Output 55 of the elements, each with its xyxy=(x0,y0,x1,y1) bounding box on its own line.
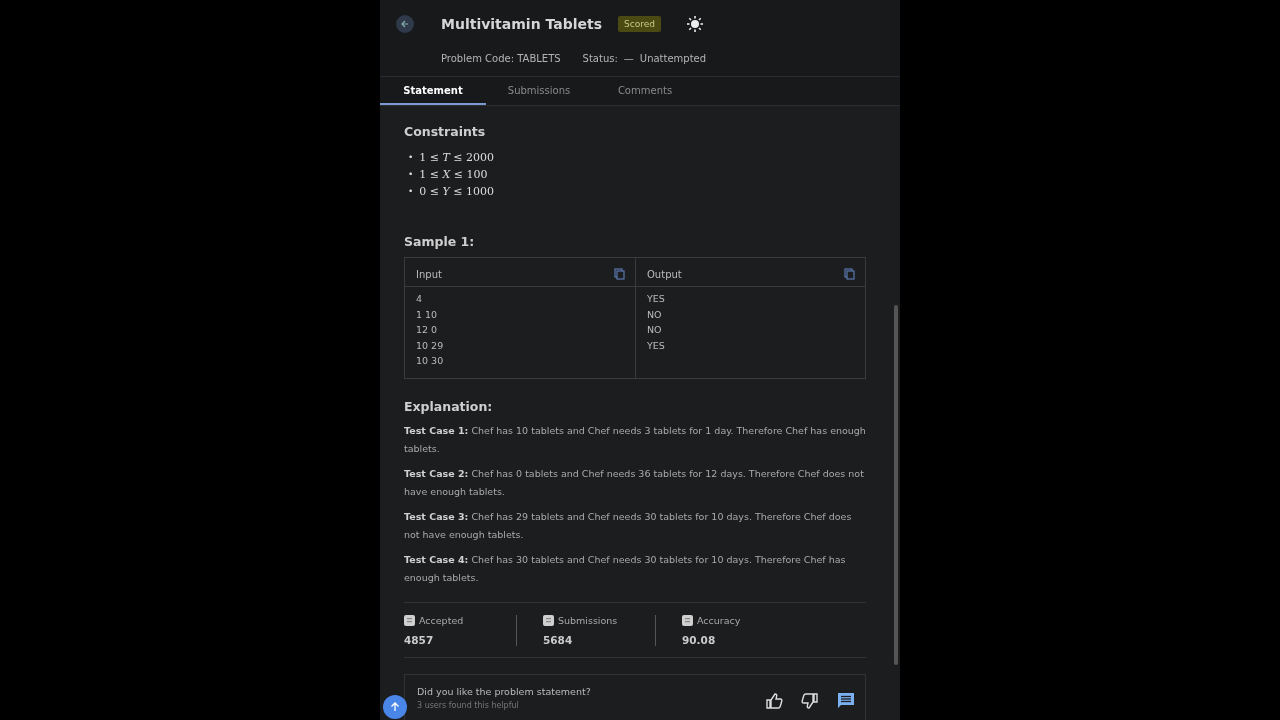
input-line: 10 30 xyxy=(416,354,445,368)
arrow-up-icon xyxy=(390,702,400,712)
section-heading: Constraints xyxy=(404,124,487,139)
column-heading: Output xyxy=(647,268,682,280)
comment-button[interactable] xyxy=(837,692,855,710)
output-line: NO xyxy=(647,323,663,337)
document-icon xyxy=(543,615,554,626)
explanation-paragraph: Test Case 4: Chef has 30 tablets and Chef needs 30 tablets for 10 days. Therefore Chef has enough tablets. xyxy=(404,553,847,585)
arrow-left-icon xyxy=(400,19,410,29)
document-icon xyxy=(404,615,415,626)
status-dash: — xyxy=(623,53,634,64)
explanation-paragraph: Test Case 1: Chef has 10 tablets and Chef needs 3 tablets for 1 day. Therefore Chef has enough tablets. xyxy=(404,424,866,456)
input-line: 10 29 xyxy=(416,338,445,353)
input-line: 1 10 xyxy=(416,307,439,322)
input-line: 4 xyxy=(416,292,424,306)
back-button[interactable] xyxy=(396,15,414,33)
status-label: Status: xyxy=(582,53,618,64)
constraint-item: 0 ≤ Y ≤ 1000 xyxy=(419,184,494,200)
input-line: 12 0 xyxy=(416,323,439,337)
stat-label: Accuracy xyxy=(697,615,741,626)
bullet: • xyxy=(408,185,414,198)
stat-label: Submissions xyxy=(558,615,618,626)
scrollbar[interactable] xyxy=(894,305,898,665)
sun-icon[interactable] xyxy=(686,16,703,32)
tab[interactable]: Statement xyxy=(380,77,486,105)
tab[interactable]: Comments xyxy=(592,77,698,105)
scored-badge: Scored xyxy=(618,16,661,32)
stat-label: Accepted xyxy=(419,615,464,626)
stat-value: 90.08 xyxy=(682,634,717,646)
stat-value: 4857 xyxy=(404,634,435,646)
constraint-item: 1 ≤ T ≤ 2000 xyxy=(419,150,495,166)
column-heading: Input xyxy=(416,268,442,280)
thumbs-up-button[interactable] xyxy=(765,692,783,710)
problem-title: Multivitamin Tablets xyxy=(441,16,602,32)
scroll-up-button[interactable] xyxy=(383,695,407,719)
thumbs-down-button[interactable] xyxy=(801,692,819,710)
status-value: Unattempted xyxy=(639,53,707,64)
problem-code: Problem Code: TABLETS xyxy=(441,53,561,64)
feedback-question: Did you like the problem statement? xyxy=(417,686,591,697)
bullet: • xyxy=(408,168,414,181)
section-heading: Sample 1: xyxy=(404,234,476,249)
explanation-paragraph: Test Case 3: Chef has 29 tablets and Chef needs 30 tablets for 10 days. Therefore Chef does not have enough tablets. xyxy=(404,510,853,542)
tab[interactable]: Submissions xyxy=(486,77,592,105)
copy-icon[interactable] xyxy=(614,268,625,280)
explanation-paragraph: Test Case 2: Chef has 0 tablets and Chef needs 36 tablets for 12 days. Therefore Chef does not have enough tablets. xyxy=(404,467,865,499)
constraint-item: 1 ≤ X ≤ 100 xyxy=(419,167,488,183)
bullet: • xyxy=(408,151,414,164)
copy-icon[interactable] xyxy=(844,268,855,280)
section-heading: Explanation: xyxy=(404,399,494,414)
output-line: YES xyxy=(647,338,666,353)
helpful-count: 3 users found this helpful xyxy=(417,701,520,710)
output-line: YES xyxy=(647,292,666,306)
output-line: NO xyxy=(647,307,663,322)
document-icon xyxy=(682,615,693,626)
stat-value: 5684 xyxy=(543,634,574,646)
